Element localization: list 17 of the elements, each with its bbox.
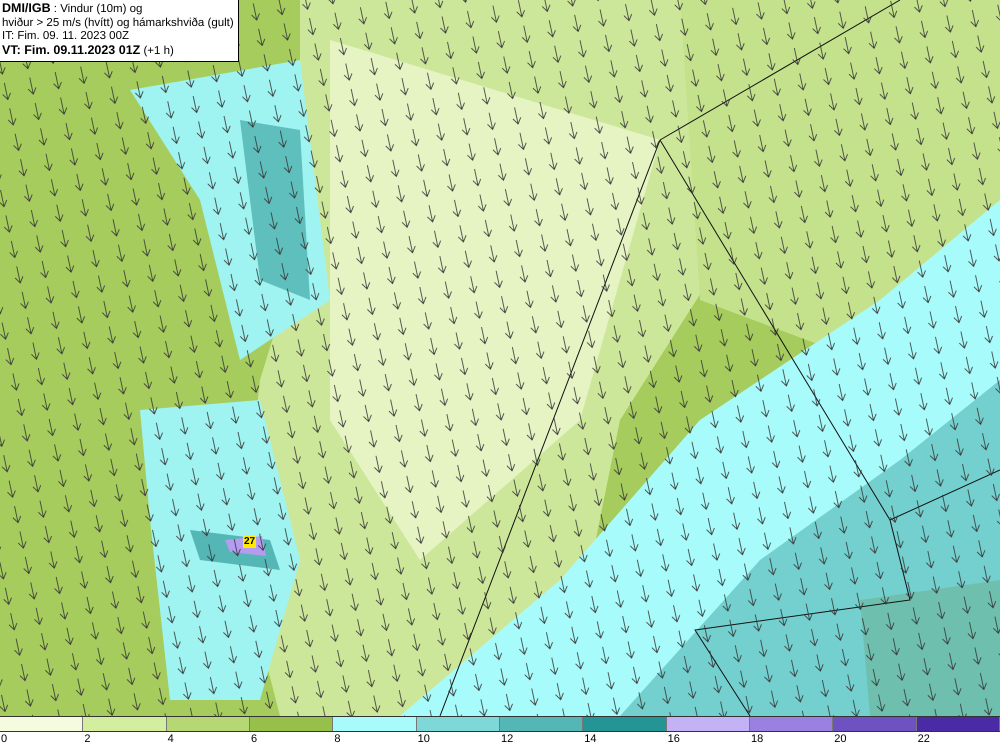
legend-tick-label: 12 — [500, 733, 514, 745]
info-line: IT: Fim. 09. 11. 2023 00Z — [2, 30, 130, 44]
legend-tick-label: 14 — [584, 733, 597, 745]
info-line: hviður > 25 m/s (hvítt) og hámarkshviða (gult) — [2, 16, 234, 30]
legend-tick-label: 4 — [168, 733, 174, 745]
legend-tick-label: 6 — [250, 733, 258, 745]
legend-tick-label: 10 — [418, 733, 430, 745]
legend-tick-label: 20 — [834, 733, 847, 745]
legend-tick-label: 22 — [918, 733, 930, 745]
legend-tick-label: 0 — [1, 733, 8, 745]
legend-tick-label: 16 — [668, 733, 680, 745]
legend-tick-label: 2 — [84, 733, 90, 745]
info-line: DMI/IGB : Vindur (10m) og — [2, 2, 144, 16]
legend-tick-label: 8 — [334, 733, 340, 745]
legend-tick-label: 18 — [750, 733, 764, 745]
info-line: VT: Fim. 09.11.2023 01Z (+1 h) — [2, 44, 175, 58]
gust-max-label: 27 — [243, 536, 256, 548]
